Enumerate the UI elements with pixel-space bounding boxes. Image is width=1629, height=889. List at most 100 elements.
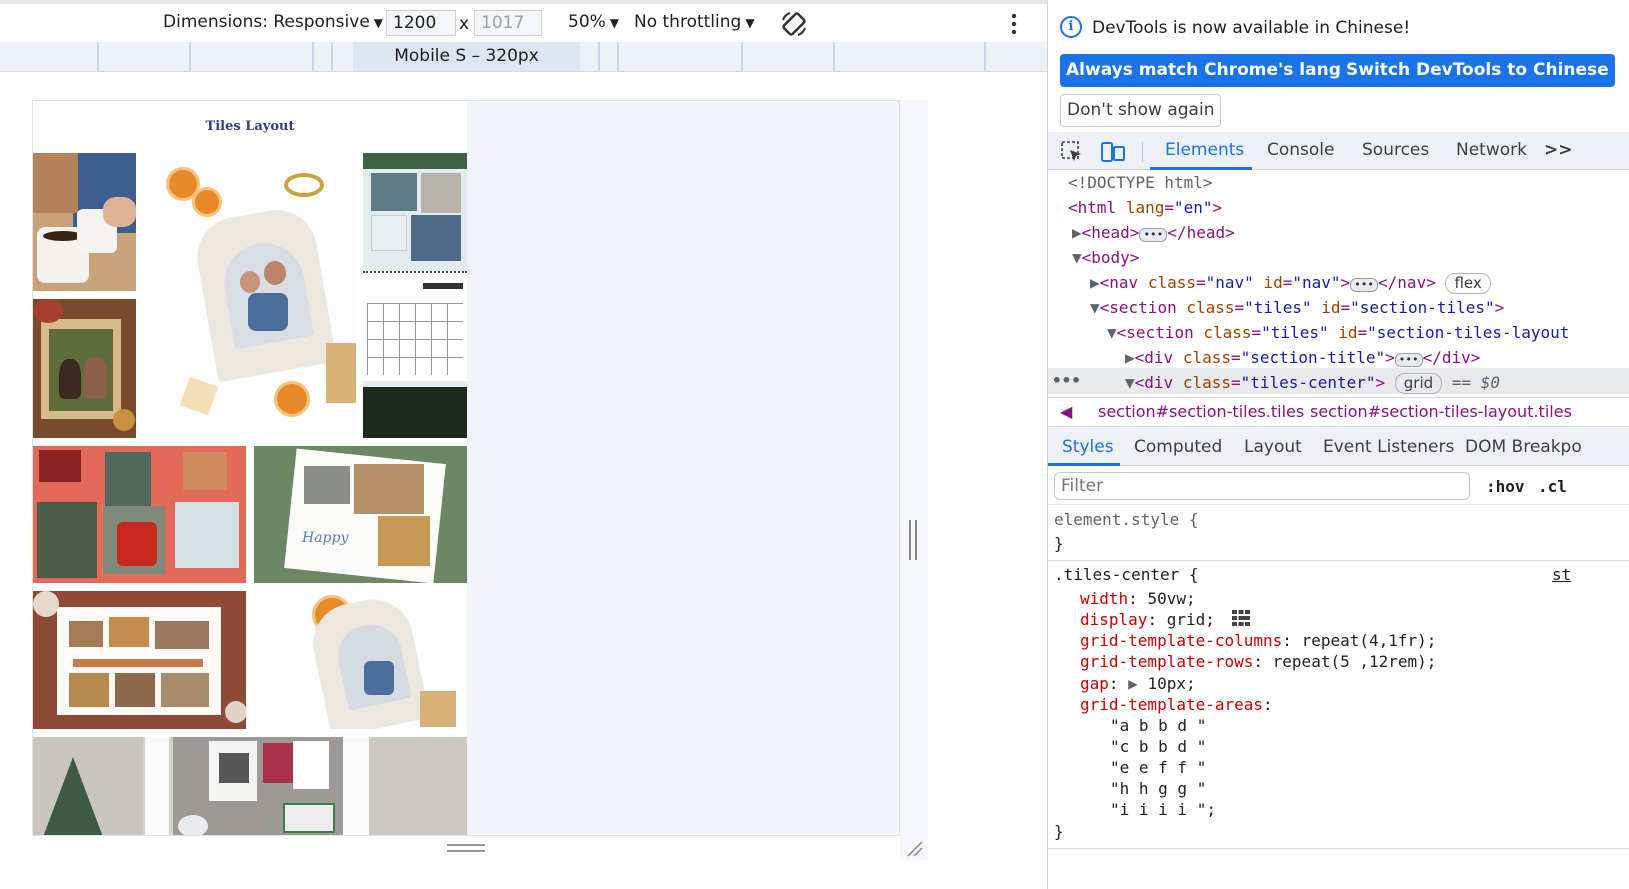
- info-icon: i: [1060, 16, 1082, 38]
- device-toggle-icon[interactable]: [1100, 140, 1126, 164]
- dom-div-section-title[interactable]: ▶<div class="section-title"> ••• </div>: [1125, 345, 1480, 370]
- tile-frame-photo: [33, 299, 136, 438]
- grid-badge[interactable]: grid: [1394, 373, 1443, 394]
- caret-down-icon: ▼: [373, 16, 384, 30]
- active-subtab-indicator: [1048, 463, 1120, 466]
- dom-section-tiles-layout[interactable]: ▼<section class="tiles" id="section-tile…: [1107, 320, 1569, 345]
- tile-holidays-card: [33, 591, 246, 729]
- breadcrumb-section-tiles[interactable]: section#section-tiles.tiles: [1098, 402, 1304, 421]
- zoom-dropdown[interactable]: 50% ▼: [568, 12, 619, 32]
- zoom-label: 50%: [568, 12, 606, 32]
- ellipsis-icon: •••: [1350, 278, 1379, 292]
- ruler-marker: [97, 42, 99, 71]
- tile-calendar: [363, 153, 467, 438]
- style-property[interactable]: grid-template-columns: repeat(4,1fr);: [1080, 630, 1436, 651]
- more-tabs-button[interactable]: >>: [1544, 140, 1573, 160]
- caret-down-icon: ▼: [745, 16, 755, 30]
- dom-body[interactable]: ▼<body>: [1072, 245, 1139, 270]
- element-style-selector[interactable]: element.style {: [1054, 509, 1199, 530]
- tab-sources[interactable]: Sources: [1362, 140, 1429, 160]
- hov-toggle[interactable]: :hov: [1486, 477, 1525, 496]
- dom-div-tiles-center[interactable]: ▼<div class="tiles-center"> grid == $0: [1125, 370, 1500, 395]
- tiles-center-selector[interactable]: .tiles-center {: [1054, 564, 1199, 585]
- device-toolbar: Dimensions: Responsive ▼ 1200 x 1017 50% ▼…: [0, 4, 1047, 42]
- stylesheet-link[interactable]: st: [1552, 564, 1571, 585]
- styles-pane-tabs: Styles Computed Layout Event Listeners D…: [1048, 428, 1629, 466]
- device-shadow: [900, 100, 928, 860]
- tile-christmas-card-2: [254, 591, 467, 729]
- tab-computed[interactable]: Computed: [1134, 437, 1222, 457]
- ruler-marker: [741, 42, 743, 71]
- tile-cards-wide: [33, 737, 467, 835]
- triangle-right-icon: ▶: [1072, 223, 1082, 242]
- close-brace: }: [1054, 822, 1064, 841]
- filter-input[interactable]: [1054, 472, 1470, 500]
- tab-divider: [1142, 142, 1143, 162]
- flex-badge[interactable]: flex: [1445, 273, 1491, 294]
- preset-mobile-s[interactable]: Mobile S – 320px: [353, 42, 580, 71]
- cls-toggle[interactable]: .cl: [1538, 477, 1567, 496]
- triangle-right-icon: ▶: [1090, 273, 1100, 292]
- media-query-ruler[interactable]: Mobile S – 320px: [0, 42, 1047, 72]
- ruler-marker: [833, 42, 835, 71]
- devtools-main-tabs: Elements Console Sources Network >>: [1048, 132, 1629, 170]
- tab-styles[interactable]: Styles: [1062, 437, 1114, 457]
- style-property[interactable]: grid-template-areas:: [1080, 694, 1273, 715]
- style-property[interactable]: display: grid;: [1080, 609, 1251, 630]
- caret-down-icon: ▼: [609, 16, 620, 30]
- dont-show-again-button[interactable]: Don't show again: [1060, 94, 1222, 127]
- ellipsis-icon: •••: [1139, 228, 1168, 242]
- dimensions-dropdown[interactable]: Dimensions: Responsive ▼: [163, 12, 383, 32]
- style-property[interactable]: grid-template-rows: repeat(5 ,12rem);: [1080, 651, 1436, 672]
- resize-handle-right[interactable]: [909, 520, 917, 560]
- breadcrumb-section-tiles-layout[interactable]: section#section-tiles-layout.tiles: [1310, 402, 1572, 421]
- device-frame: Tiles Layout Happy: [32, 100, 900, 836]
- width-input[interactable]: 1200: [386, 10, 456, 36]
- grid-area-row: "h h g g ": [1110, 779, 1207, 798]
- switch-to-chinese-button[interactable]: Switch DevTools to Chinese: [1340, 54, 1615, 87]
- triangle-down-icon: ▼: [1072, 248, 1082, 267]
- ruler-marker: [312, 42, 314, 71]
- tab-elements[interactable]: Elements: [1165, 140, 1244, 160]
- tab-event-listeners[interactable]: Event Listeners: [1323, 437, 1454, 457]
- style-property[interactable]: gap: ▶ 10px;: [1080, 673, 1196, 694]
- dimensions-label: Dimensions: Responsive: [163, 12, 370, 32]
- dom-section-tiles[interactable]: ▼<section class="tiles" id="section-tile…: [1090, 295, 1504, 320]
- dom-nav[interactable]: ▶<nav class="nav" id="nav"> ••• </nav> fle…: [1090, 270, 1491, 295]
- ruler-marker: [331, 42, 333, 71]
- tile-hanukkah-card: Happy: [254, 446, 467, 583]
- rule-divider: [1048, 848, 1629, 849]
- tab-console[interactable]: Console: [1267, 140, 1335, 160]
- chevron-left-icon[interactable]: ◀: [1060, 402, 1072, 421]
- style-property[interactable]: width: 50vw;: [1080, 588, 1196, 609]
- tab-dom-breakpoints[interactable]: DOM Breakpo: [1465, 437, 1582, 457]
- triangle-down-icon: ▼: [1125, 373, 1135, 392]
- device-emulation-pane: Dimensions: Responsive ▼ 1200 x 1017 50% ▼…: [0, 0, 1047, 889]
- tab-layout[interactable]: Layout: [1244, 437, 1302, 457]
- tab-network[interactable]: Network: [1456, 140, 1527, 160]
- triangle-right-icon: ▶: [1128, 674, 1138, 693]
- triangle-down-icon: ▼: [1107, 323, 1117, 342]
- dom-html[interactable]: <html lang="en">: [1068, 195, 1222, 220]
- dom-head[interactable]: ▶<head> ••• </head>: [1072, 220, 1235, 245]
- language-infobar: i DevTools is now available in Chinese! …: [1048, 4, 1629, 132]
- throttling-dropdown[interactable]: No throttling ▼: [634, 12, 755, 32]
- times-label: x: [459, 14, 470, 34]
- inspect-icon[interactable]: [1060, 140, 1084, 164]
- more-vert-icon[interactable]: [1008, 12, 1020, 36]
- ruler-marker: [617, 42, 619, 71]
- rotate-icon[interactable]: [780, 10, 808, 38]
- grid-editor-icon[interactable]: [1231, 609, 1251, 632]
- throttling-label: No throttling: [634, 12, 742, 32]
- resize-handle-icon[interactable]: [904, 838, 924, 858]
- ellipsis-icon: •••: [1394, 353, 1423, 367]
- node-actions-ellipsis[interactable]: •••: [1052, 368, 1081, 393]
- resize-handle-bottom[interactable]: [447, 844, 485, 852]
- dom-doctype[interactable]: <!DOCTYPE html>: [1068, 170, 1213, 195]
- tile-red-van: [33, 446, 246, 583]
- height-input[interactable]: 1017: [474, 10, 542, 36]
- tile-christmas-card: [144, 153, 356, 438]
- ruler-marker: [984, 42, 986, 71]
- breadcrumb: ◀ section#section-tiles.tiles section#se…: [1048, 397, 1629, 427]
- grid-area-row: "a b b d ": [1110, 716, 1207, 735]
